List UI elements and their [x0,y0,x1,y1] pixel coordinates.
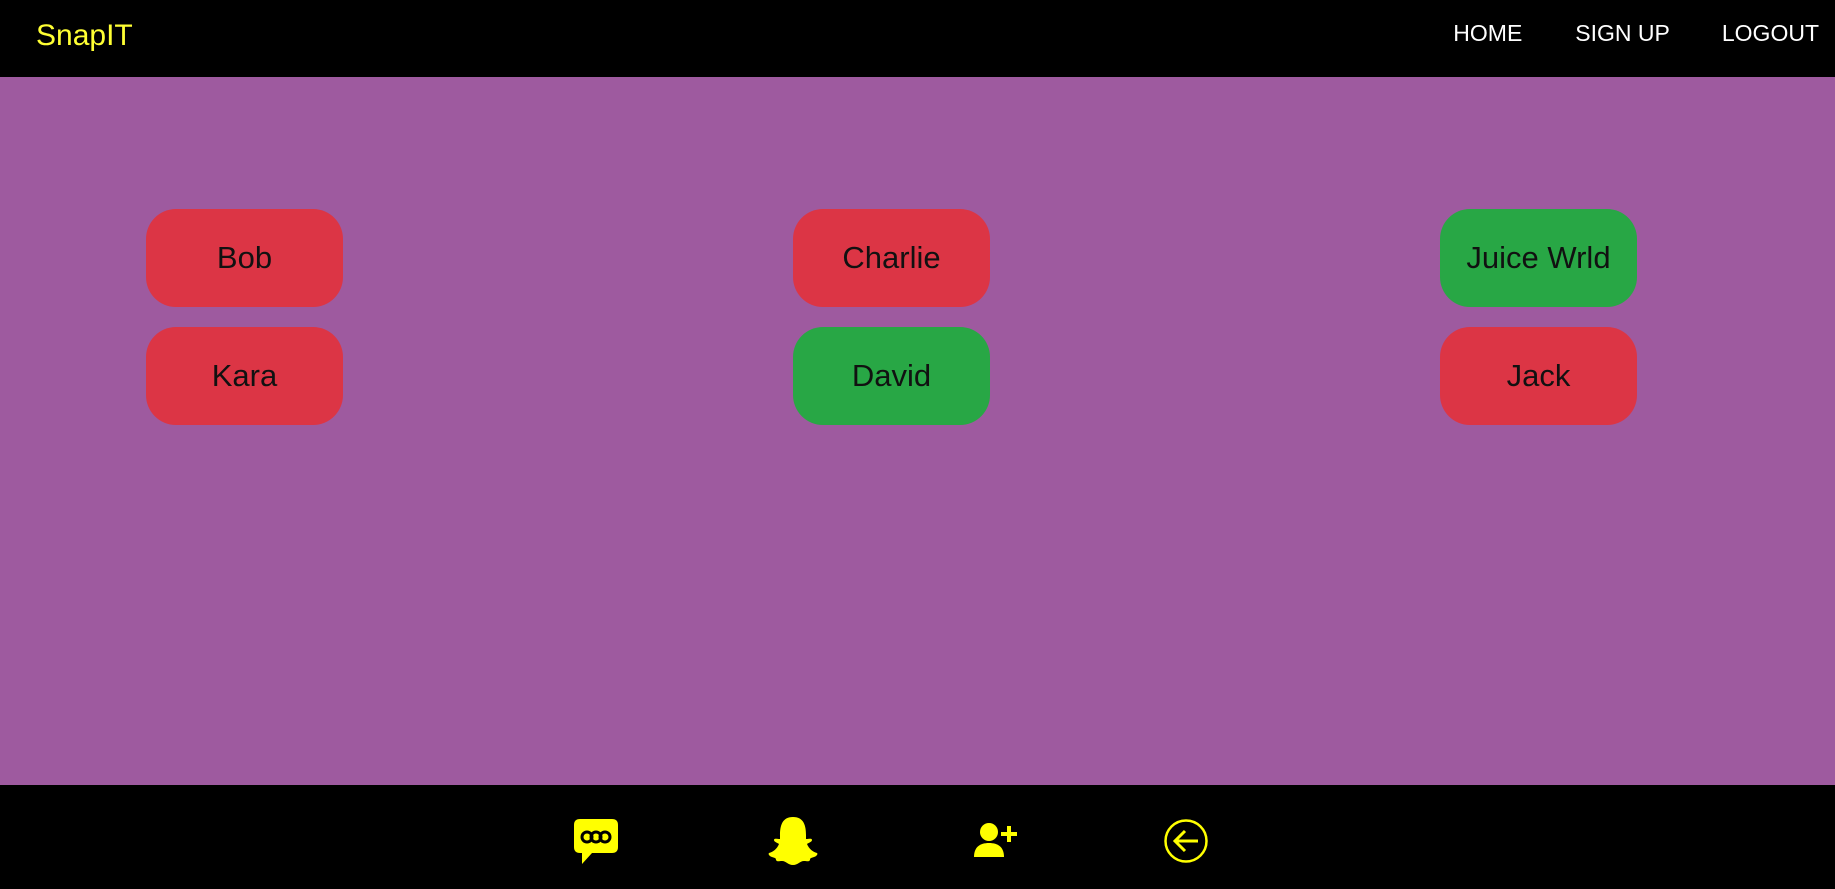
add-friend-icon[interactable] [974,822,1018,858]
chat-icon[interactable] [572,817,620,867]
bottom-navbar [0,785,1835,889]
ghost-icon[interactable] [768,815,818,867]
friend-button-bob[interactable]: Bob [146,209,343,307]
nav-home-link[interactable]: HOME [1453,20,1522,46]
friends-panel: Bob Charlie Juice Wrld Kara David Jack [0,77,1835,785]
friend-button-charlie[interactable]: Charlie [793,209,990,307]
nav-links: HOME SIGN UP LOGOUT [1453,20,1835,46]
friend-button-kara[interactable]: Kara [146,327,343,425]
brand-logo[interactable]: SnapIT [36,18,133,54]
friend-button-david[interactable]: David [793,327,990,425]
nav-signup-link[interactable]: SIGN UP [1575,20,1670,46]
friend-button-jack[interactable]: Jack [1440,327,1637,425]
nav-logout-link[interactable]: LOGOUT [1722,20,1819,46]
friend-button-juice-wrld[interactable]: Juice Wrld [1440,209,1637,307]
back-arrow-icon[interactable] [1163,818,1209,864]
top-navbar: SnapIT HOME SIGN UP LOGOUT [0,0,1835,77]
